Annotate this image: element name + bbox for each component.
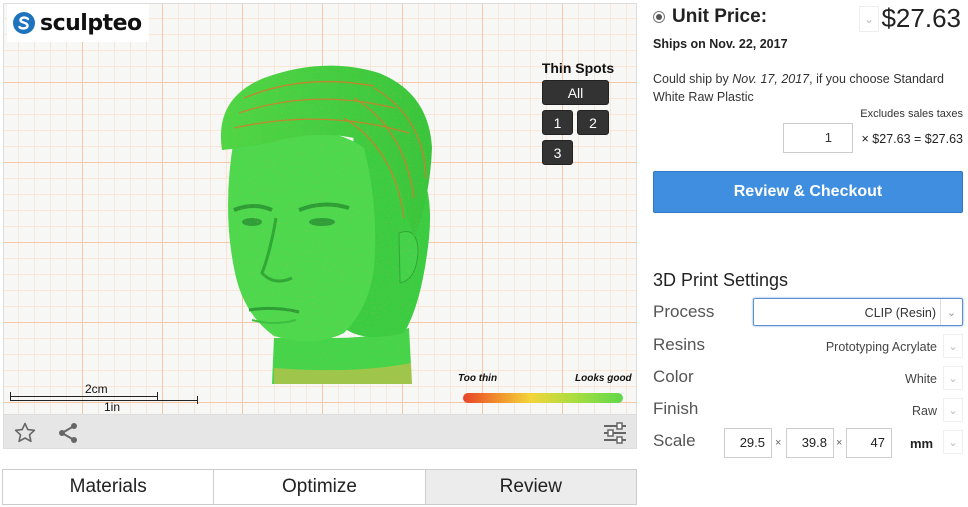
legend-min-label: Too thin [458, 373, 498, 384]
thin-spots-title: Thin Spots [541, 60, 615, 76]
color-label: Color [653, 367, 694, 386]
chevron-down-icon[interactable]: ⌄ [943, 398, 963, 422]
chevron-down-icon: ⌄ [940, 299, 962, 325]
chevron-down-icon[interactable]: ⌄ [943, 366, 963, 390]
process-label: Process [653, 302, 715, 321]
scale-y-input[interactable]: 39.8 [786, 428, 834, 458]
thin-spot-2-button[interactable]: 2 [577, 110, 609, 135]
scale-separator: × [836, 437, 843, 449]
ruler-cm-label: 2cm [85, 382, 108, 396]
tab-materials[interactable]: Materials [3, 470, 215, 504]
thin-spot-all-button[interactable]: All [542, 80, 609, 105]
chevron-down-icon[interactable]: ⌄ [859, 6, 879, 32]
scale-z-input[interactable]: 47 [846, 428, 892, 458]
review-checkout-button[interactable]: Review & Checkout [653, 171, 963, 213]
chevron-down-icon[interactable]: ⌄ [943, 430, 963, 454]
finish-value: Raw [911, 404, 937, 418]
sculpteo-logo: sculpteo [7, 4, 149, 42]
viewer-toolbar [3, 415, 637, 449]
3d-model-head[interactable] [204, 38, 444, 388]
ruler-tick [157, 392, 158, 400]
thin-spot-3-button[interactable]: 3 [542, 140, 573, 165]
unit-price-value: $27.63 [881, 3, 961, 33]
thickness-legend-bar [463, 393, 623, 403]
logo-text: sculpteo [40, 10, 142, 36]
could-ship-date: Nov. 17, 2017 [732, 72, 810, 86]
process-select[interactable]: CLIP (Resin) ⌄ [753, 298, 963, 326]
order-panel: Unit Price: ⌄ $27.63 Ships on Nov. 22, 2… [653, 0, 965, 507]
scale-separator: × [775, 437, 782, 449]
scale-ruler: 2cm 1in [10, 382, 200, 414]
setting-color[interactable]: Color White ⌄ [653, 363, 965, 393]
process-value: CLIP (Resin) [864, 306, 936, 320]
ruler-tick [10, 392, 11, 400]
quantity-input[interactable]: 1 [783, 123, 853, 153]
setting-resins[interactable]: Resins Prototyping Acrylate ⌄ [653, 331, 965, 361]
logo-mark-icon [13, 12, 35, 34]
ruler-in-label: 1in [104, 400, 121, 414]
legend-max-label: Looks good [575, 373, 632, 384]
workflow-tabs: Materials Optimize Review [2, 469, 637, 505]
unit-price-label: Unit Price: [672, 6, 768, 27]
thin-spots-panel: Thin Spots [538, 60, 618, 76]
ruler-tick [197, 396, 198, 404]
ships-on-date: Ships on Nov. 22, 2017 [653, 37, 788, 51]
star-icon[interactable] [13, 421, 37, 445]
could-ship-note: Could ship by Nov. 17, 2017, if you choo… [653, 70, 965, 106]
print-settings-title: 3D Print Settings [653, 270, 789, 290]
excludes-taxes-note: Excludes sales taxes [860, 108, 963, 120]
share-icon[interactable] [56, 421, 80, 445]
color-value: White [905, 372, 937, 386]
scale-unit: mm [910, 436, 934, 451]
thin-spot-1-button[interactable]: 1 [542, 110, 573, 135]
resins-label: Resins [653, 335, 705, 354]
tab-review[interactable]: Review [425, 470, 636, 504]
chevron-down-icon[interactable]: ⌄ [943, 334, 963, 358]
settings-sliders-icon[interactable] [602, 421, 628, 445]
unit-price-radio[interactable] [653, 11, 665, 23]
scale-label: Scale [653, 431, 696, 450]
could-ship-prefix: Could ship by [653, 72, 733, 86]
setting-finish[interactable]: Finish Raw ⌄ [653, 395, 965, 425]
finish-label: Finish [653, 399, 699, 418]
ruler-cm-line [10, 396, 158, 397]
model-viewer[interactable]: sculpteo Thin Spots All 1 2 3 Too thin L… [3, 3, 637, 415]
scale-x-input[interactable]: 29.5 [724, 428, 772, 458]
tab-optimize[interactable]: Optimize [214, 470, 426, 504]
price-calculation: × $27.63 = $27.63 [861, 132, 963, 146]
resins-value: Prototyping Acrylate [825, 340, 937, 354]
